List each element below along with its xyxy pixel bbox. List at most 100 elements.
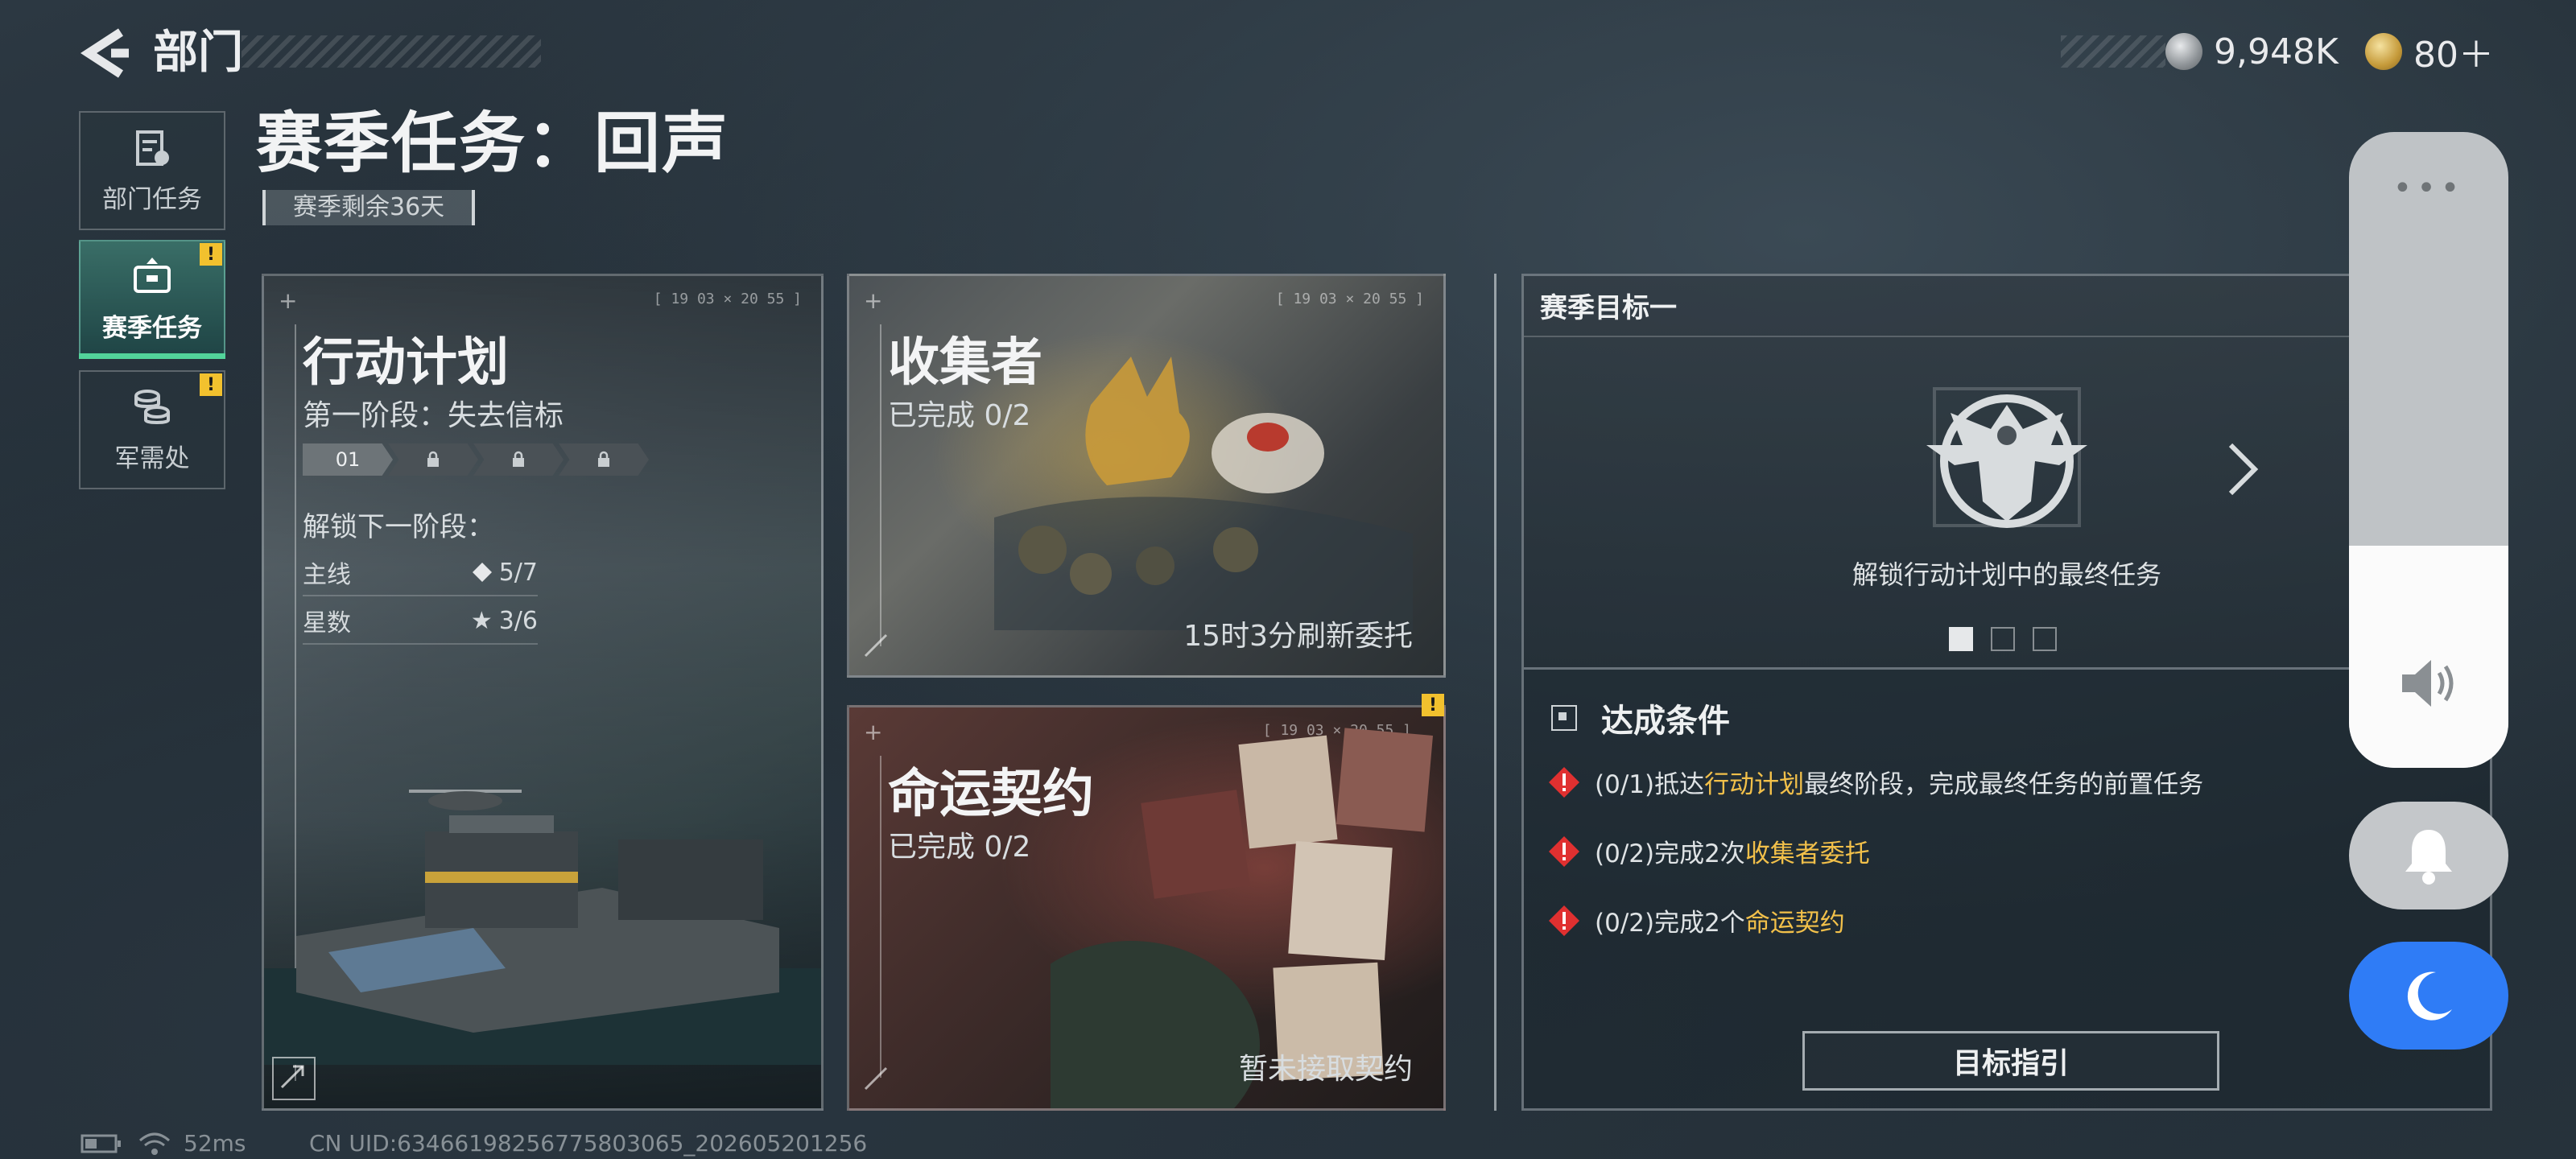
goal-header: 赛季目标一 — [1540, 292, 1677, 324]
sidebar-item-label: 军需处 — [114, 443, 190, 473]
section-divider — [1494, 274, 1496, 1111]
season-goal-panel: 赛季目标一 解锁行动计划中的最终任务 达成条件 (0/1)抵达 行动计划 最终阶… — [1521, 274, 2492, 1111]
uid-footer: CN UID:63466198256775803065_202605201256 — [309, 1130, 867, 1157]
expand-icon[interactable] — [272, 1057, 316, 1100]
condition-item: (0/2)完成2次 收集者委托 — [1548, 833, 1870, 869]
star-value-group: ★ 3/6 — [471, 607, 538, 635]
fate-contract-card[interactable]: + [ 19 03 × 20 55 ] 命运契约 已完成 0/2 暂未接取契约 — [847, 705, 1446, 1111]
ring-mode-button[interactable] — [2349, 802, 2508, 909]
sidebar-item-quartermaster[interactable]: 军需处 ! — [79, 370, 225, 489]
card-deco-line — [880, 756, 881, 1078]
diamond-icon — [472, 563, 492, 582]
page-dot[interactable] — [2033, 627, 2057, 651]
eagle-emblem-icon — [1926, 387, 2087, 528]
operation-plan-card[interactable]: + [ 19 03 × 20 55 ] 行动计划 第一阶段：失去信标 01 解锁… — [262, 274, 824, 1111]
gold-amount: 80＋ — [2413, 35, 2494, 76]
condition-highlight: 命运契约 — [1744, 909, 1845, 938]
do-not-disturb-button[interactable] — [2349, 942, 2508, 1050]
lock-icon — [513, 451, 524, 467]
crosshair-mark: + — [864, 719, 883, 745]
fate-alert-badge: ! — [1422, 694, 1444, 716]
warning-icon — [1549, 766, 1579, 798]
resource-decoration — [2061, 35, 2165, 68]
condition-prefix: (0/1)抵达 — [1595, 770, 1705, 799]
expand-icon[interactable] — [857, 627, 898, 667]
stage-step-locked — [473, 443, 564, 476]
chevron-right-icon — [2228, 443, 2259, 496]
goal-description: 解锁行动计划中的最终任务 — [1852, 559, 2161, 590]
contract-status: 暂未接取契约 — [1238, 1053, 1413, 1086]
alert-badge: ! — [200, 373, 222, 396]
gold-coin-icon — [2365, 33, 2402, 70]
alert-badge: ! — [200, 243, 222, 266]
briefcase-icon — [134, 257, 171, 293]
header-decoration — [242, 35, 541, 68]
coins-stack-icon — [134, 389, 170, 424]
unlock-next-label: 解锁下一阶段： — [303, 511, 494, 543]
sidebar-item-department-tasks[interactable]: 部门任务 — [79, 111, 225, 230]
goal-guide-button[interactable]: 目标指引 — [1802, 1031, 2219, 1091]
ping-value: 52ms — [184, 1130, 246, 1157]
page-title: 赛季任务：回声 — [256, 105, 730, 182]
stage-name: 第一阶段：失去信标 — [303, 399, 564, 432]
divider — [1524, 336, 2490, 337]
goal-showcase: 赛季目标一 解锁行动计划中的最终任务 — [1524, 276, 2490, 670]
lock-icon — [598, 451, 609, 467]
sidebar-item-season-tasks[interactable]: 赛季任务 ! — [79, 240, 225, 359]
speaker-icon — [2402, 660, 2454, 707]
stage-step-locked — [559, 443, 649, 476]
card-title: 行动计划 — [303, 333, 509, 393]
back-button[interactable] — [72, 23, 137, 84]
treasure-illustration — [994, 357, 1413, 630]
crosshair-mark: + — [864, 287, 883, 314]
back-arrow-icon — [80, 28, 129, 78]
wifi-icon — [139, 1132, 170, 1155]
condition-prefix: (0/2)完成2个 — [1595, 909, 1745, 938]
star-icon: ★ — [470, 606, 493, 635]
uid-text: CN UID:63466198256775803065_202605201256 — [309, 1130, 868, 1157]
star-value: 3/6 — [498, 606, 538, 635]
silver-coin-icon — [2165, 33, 2202, 70]
silver-amount: 9,948K — [2214, 31, 2339, 72]
status-footer: 52ms — [80, 1130, 246, 1157]
card-deco-line — [880, 324, 881, 646]
warning-icon — [1549, 835, 1579, 867]
warning-icon — [1549, 905, 1579, 936]
moon-icon — [2407, 971, 2452, 1021]
star-progress: 星数 ★ 3/6 — [303, 598, 538, 645]
card-title: 命运契约 — [888, 765, 1094, 824]
star-label: 星数 — [303, 609, 351, 637]
stage-step-locked — [388, 443, 478, 476]
sidebar-item-label: 部门任务 — [102, 184, 202, 214]
crosshair-mark: + — [279, 287, 298, 314]
card-coordinates: [ 19 03 × 20 55 ] — [1275, 291, 1424, 307]
conditions-title: 达成条件 — [1601, 703, 1730, 740]
more-dots-icon[interactable]: ••• — [2349, 172, 2508, 204]
season-remaining-badge: 赛季剩余36天 — [262, 190, 476, 225]
expand-icon[interactable] — [857, 1060, 898, 1100]
military-base-illustration — [264, 790, 821, 1065]
goal-page-indicator — [1949, 627, 2057, 651]
fate-progress: 已完成 0/2 — [888, 831, 1031, 864]
condition-highlight: 行动计划 — [1704, 770, 1805, 799]
card-title: 收集者 — [888, 333, 1042, 393]
condition-item: (0/1)抵达 行动计划 最终阶段，完成最终任务的前置任务 — [1548, 764, 2203, 800]
next-goal-button[interactable] — [2208, 429, 2273, 509]
condition-prefix: (0/2)完成2次 — [1595, 839, 1745, 868]
card-coordinates: [ 19 03 × 20 55 ] — [653, 291, 802, 307]
condition-suffix: 最终阶段，完成最终任务的前置任务 — [1804, 770, 2204, 799]
conditions-header: 达成条件 — [1551, 695, 1730, 741]
page-dot[interactable] — [1991, 627, 2015, 651]
battery-icon — [80, 1134, 121, 1153]
conditions-checkbox-icon — [1551, 705, 1577, 731]
condition-highlight: 收集者委托 — [1744, 839, 1870, 868]
volume-slider[interactable]: ••• — [2349, 132, 2508, 768]
main-quest-progress: 主线 5/7 — [303, 550, 538, 596]
page-dot-active[interactable] — [1949, 627, 1973, 651]
main-quest-label: 主线 — [303, 561, 351, 589]
task-clipboard-icon — [136, 130, 169, 166]
lock-icon — [427, 451, 439, 467]
sidebar-item-label: 赛季任务 — [102, 313, 202, 343]
collector-card[interactable]: + [ 19 03 × 20 55 ] 收集者 已完成 0/2 15时3分刷新委… — [847, 274, 1446, 678]
page-header-title: 部门 — [153, 27, 243, 79]
